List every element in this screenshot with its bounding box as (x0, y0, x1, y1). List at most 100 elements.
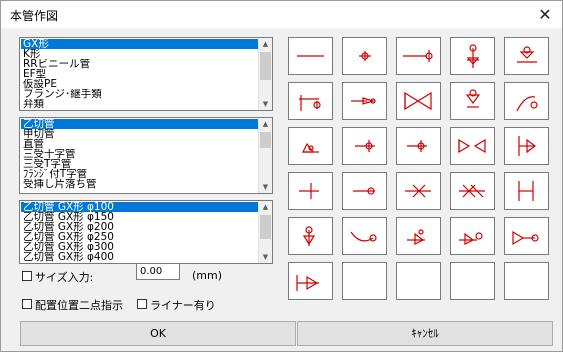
elbow-socket-icon (459, 232, 483, 245)
palette-cell[interactable] (342, 37, 387, 75)
short-socket-icon (353, 187, 375, 195)
pipe-with-socket-icon (403, 50, 433, 62)
straight-pipe-icon (297, 55, 324, 57)
category-list[interactable]: GX形 K形 RRビニール管 EF型 仮設PE フランジ･継手類 弁類 ▲ ▼ (19, 37, 273, 111)
two-point-checkbox[interactable] (22, 299, 32, 309)
sleeve-icon (405, 184, 431, 198)
palette-cell[interactable] (396, 82, 441, 120)
liner-label: ライナー有り (150, 299, 216, 312)
list-item[interactable]: 仮設PE (21, 79, 258, 89)
ok-button[interactable]: OK (20, 321, 296, 346)
list-item[interactable]: RRビニール管 (21, 59, 258, 69)
curved-pipe-icon (350, 231, 377, 242)
scroll-thumb[interactable] (260, 132, 271, 148)
size-input-label: サイズ入力: (35, 271, 94, 284)
list-item[interactable]: 乙切管 GX形 φ250 (21, 232, 258, 242)
gate-valve-icon (404, 91, 432, 111)
scroll-down-icon[interactable]: ▼ (259, 251, 272, 263)
palette-cell[interactable] (504, 127, 549, 165)
pipe-type-list[interactable]: 乙切管 甲切管 直管 三受十字管 三受T字管 ﾌﾗﾝｼﾞ付T字管 受挿し片落ち管 ▲ ▼ (19, 117, 273, 194)
palette-cell[interactable] (288, 82, 333, 120)
h-joint-icon (518, 181, 534, 201)
palette-cell[interactable] (450, 127, 495, 165)
list-item[interactable]: 乙切管 GX形 φ150 (21, 212, 258, 222)
list-item[interactable]: EF型 (21, 69, 258, 79)
palette-cell[interactable] (396, 127, 441, 165)
flange-joint-icon (518, 136, 536, 156)
list-item[interactable]: 三受十字管 (21, 149, 258, 159)
palette-cell[interactable] (504, 172, 549, 210)
palette-cell[interactable] (504, 82, 549, 120)
two-point-label: 配置位置二点指示 (35, 299, 123, 312)
list-item[interactable]: 直管 (21, 139, 258, 149)
size-list-items: 乙切管 GX形 φ100 乙切管 GX形 φ150 乙切管 GX形 φ200 乙切管 … (21, 202, 258, 262)
scroll-up-icon[interactable]: ▲ (259, 38, 272, 50)
window-title: 本管作図 (10, 9, 59, 23)
size-list[interactable]: 乙切管 GX形 φ100 乙切管 GX形 φ150 乙切管 GX形 φ200 乙切管 … (19, 200, 273, 264)
size-list-scrollbar[interactable]: ▲ ▼ (258, 201, 272, 263)
scroll-thumb[interactable] (260, 52, 271, 80)
title-bar: 本管作図 ✕ (1, 1, 562, 28)
bend-socket-icon (302, 142, 319, 153)
palette-cell-empty[interactable] (396, 262, 441, 300)
scroll-down-icon[interactable]: ▼ (259, 98, 272, 110)
list-item[interactable]: フランジ･継手類 (21, 89, 258, 99)
palette-cell[interactable] (288, 262, 333, 300)
list-item[interactable]: 乙切管 GX形 φ100 (21, 202, 258, 212)
palette-cell[interactable] (504, 37, 549, 75)
liner-checkbox[interactable] (137, 299, 147, 309)
valve-end-icon (517, 46, 537, 63)
palette-cell-empty[interactable] (450, 262, 495, 300)
palette-cell[interactable] (450, 82, 495, 120)
palette-cell[interactable] (342, 172, 387, 210)
list-item[interactable]: K形 (21, 49, 258, 59)
list-item[interactable]: 乙切管 GX形 φ300 (21, 242, 258, 252)
list-item[interactable]: 三受T字管 (21, 159, 258, 169)
list-item[interactable]: 甲切管 (21, 129, 258, 139)
scroll-up-icon[interactable]: ▲ (259, 201, 272, 213)
list-item[interactable]: GX形 (21, 39, 258, 49)
palette-cell[interactable] (396, 217, 441, 255)
socket-joint-icon (359, 51, 371, 61)
palette-cell[interactable] (396, 37, 441, 75)
palette-cell[interactable] (288, 217, 333, 255)
socket-bend-icon (355, 140, 375, 152)
scroll-down-icon[interactable]: ▼ (259, 181, 272, 193)
double-sleeve-icon (459, 184, 485, 198)
pipe-type-list-scrollbar[interactable]: ▲ ▼ (258, 118, 272, 193)
palette-cell[interactable] (288, 172, 333, 210)
list-item[interactable]: 乙切管 (21, 119, 258, 129)
vertical-valve-icon (465, 89, 481, 108)
palette-cell[interactable] (450, 172, 495, 210)
socket-end-icon (407, 140, 427, 152)
list-item[interactable]: 弁類 (21, 99, 258, 109)
angle-socket-icon (407, 229, 425, 245)
palette-cell-empty[interactable] (504, 262, 549, 300)
palette-cell[interactable] (342, 127, 387, 165)
scroll-up-icon[interactable]: ▲ (259, 118, 272, 130)
palette-cell[interactable] (504, 217, 549, 255)
list-item[interactable]: ﾌﾗﾝｼﾞ付T字管 (21, 169, 258, 179)
palette-cell[interactable] (342, 82, 387, 120)
palette-cell[interactable] (450, 217, 495, 255)
size-input-checkbox[interactable] (22, 271, 32, 281)
list-item[interactable]: 受挿し片落ち管 (21, 179, 258, 189)
double-socket-valve-icon (458, 138, 486, 154)
palette-cell-empty[interactable] (342, 262, 387, 300)
close-icon[interactable]: ✕ (528, 1, 562, 28)
palette-cell[interactable] (342, 217, 387, 255)
reducer-icon (351, 97, 376, 105)
palette-cell[interactable] (450, 37, 495, 75)
list-item[interactable]: 乙切管 GX形 φ400 (21, 252, 258, 262)
palette-cell[interactable] (288, 37, 333, 75)
bend-icon (516, 96, 538, 112)
size-input-field[interactable] (136, 263, 180, 280)
cancel-button[interactable]: ｷｬﾝｾﾙ (297, 321, 553, 346)
scroll-thumb[interactable] (260, 215, 271, 239)
category-list-scrollbar[interactable]: ▲ ▼ (258, 38, 272, 110)
palette-cell[interactable] (288, 127, 333, 165)
list-item[interactable]: 乙切管 GX形 φ200 (21, 222, 258, 232)
palette-cell[interactable] (396, 172, 441, 210)
double-elbow-icon (512, 230, 539, 246)
pipe-type-list-items: 乙切管 甲切管 直管 三受十字管 三受T字管 ﾌﾗﾝｼﾞ付T字管 受挿し片落ち管 (21, 119, 258, 189)
